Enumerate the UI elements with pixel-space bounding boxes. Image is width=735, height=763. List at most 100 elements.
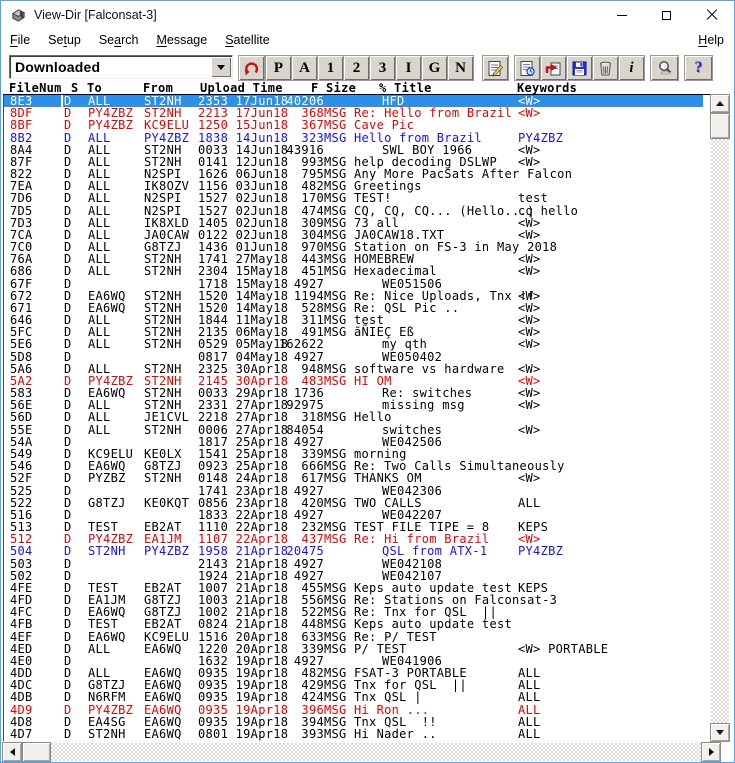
cell-kw: ALL [518,728,541,740]
menu-item-satellite[interactable]: Satellite [216,29,278,51]
info-button[interactable]: i [619,56,644,80]
cell-s: D [64,618,72,630]
file-row[interactable]: 503D2143 21Apr184927WE042108 [4,558,703,570]
file-row[interactable]: 5D8D0817 04May184927WE050402 [4,351,703,363]
letter-glyph: 2 [353,61,361,76]
minimize-button[interactable] [599,1,644,29]
horizontal-scrollbar[interactable] [3,743,720,761]
cell-fn: 52F [10,472,33,484]
trash-icon [597,60,614,77]
toolbar: Downloaded PA1 2 3IGN [1,51,734,82]
file-row[interactable]: 55EDALLST2NH0006 27Apr1884054switches<W> [4,424,703,436]
filter-button-n[interactable]: N [448,56,473,80]
cell-fn: 8BF [10,119,33,131]
filter-button-i[interactable]: I [396,56,421,80]
scroll-down-button[interactable] [711,724,729,741]
cell-sz: 448 [242,618,324,630]
combobox-dropdown-button[interactable] [211,57,231,77]
minimize-icon [617,15,627,16]
file-row[interactable]: 52FDPYZBZST2NH0148 24Apr18617MSGTHANKS O… [4,472,703,484]
view-message-button[interactable] [515,56,540,80]
cell-fr: EA6WQ [144,643,182,655]
cell-kw: <W> PORTABLE [518,643,608,655]
file-row[interactable]: 8BFDPY4ZBZKC9ELU1250 15Jun18367MSGCave P… [4,119,703,131]
cell-fr: EB2AT [144,618,182,630]
filter-button-3[interactable]: 3 [370,56,395,80]
menu-item-message[interactable]: Message [147,29,216,51]
cell-s: D [64,119,72,131]
column-header-to: To [87,81,102,95]
file-row[interactable]: 5E6DALLST2NH0529 05May18162622my qth<W> [4,338,703,350]
cell-fr: ST2NH [144,424,182,436]
cell-sz: 393 [242,728,324,740]
horizontal-scroll-thumb[interactable] [23,743,50,761]
edit-message-button[interactable] [483,56,508,80]
scroll-left-button[interactable] [3,743,21,761]
directory-filter-combobox[interactable]: Downloaded [9,55,233,79]
menu-item-search[interactable]: Search [90,29,148,51]
file-row[interactable]: 504DST2NHPY4ZBZ1958 21Apr1820475QSL from… [4,545,703,557]
file-row[interactable]: 67FD1718 15May184927WE051506 [4,278,703,290]
cell-ti: QSL from ATX-1 [382,545,487,557]
file-row[interactable]: 4FBDTESTEB2AT0824 21Apr18448MSGKeps auto… [4,618,703,630]
scroll-right-button[interactable] [702,743,720,761]
help-button[interactable]: ? [685,56,712,80]
column-header-keywords: Keywords [517,81,577,95]
column-header-s: S [71,81,79,95]
cell-fn: 686 [10,265,33,277]
cell-kw: <W> [518,338,541,350]
filter-button-g[interactable]: G [422,56,447,80]
file-row[interactable]: 7D5DALLN2SPI1527 02Jun18474MSGCQ, CQ, CQ… [4,205,703,217]
file-row[interactable]: 4D9DPY4ZBZEA6WQ0935 19Apr18396MSGHi Ron … [4,704,703,716]
vertical-scroll-thumb[interactable] [711,114,729,138]
letter-glyph: 1 [327,61,335,76]
file-row[interactable]: 56DDALLJE1CVL2218 27Apr18318MSGHello [4,411,703,423]
save-button[interactable] [567,56,592,80]
filter-button-2[interactable]: 2 [344,56,369,80]
delete-button[interactable] [593,56,618,80]
cell-fr: KC9ELU [144,119,189,131]
menu-item-setup[interactable]: Setup [39,29,90,51]
arrow-up-icon [716,101,724,106]
cell-un: MSG [324,192,347,204]
cell-un: MSG [324,533,347,545]
file-row[interactable]: 4D7DST2NHEA6WQ0801 19Apr18393MSGHi Nader… [4,728,703,740]
cell-un: MSG [324,119,347,131]
file-row[interactable]: 686DALLST2NH2304 15May18451MSGHexadecima… [4,265,703,277]
cell-fr: KE0KQT [144,497,189,509]
file-row[interactable]: 4DBDN6RFMEA6WQ0935 19Apr18424MSGTnx QSL … [4,691,703,703]
filter-button-p[interactable]: P [266,56,291,80]
cell-to: PY4ZBZ [88,119,133,131]
scroll-up-button[interactable] [711,95,729,112]
refresh-icon [243,60,260,77]
filter-button-a[interactable]: A [292,56,317,80]
file-row[interactable]: 525D1741 23Apr184927WE042306 [4,485,703,497]
menu-item-file[interactable]: File [1,29,39,51]
file-row[interactable]: 4EDDALLEA6WQ1220 20Apr18339MSGP/ TEST<W>… [4,643,703,655]
refresh-button[interactable] [239,56,264,80]
cell-kw: <W> [518,472,541,484]
file-row[interactable]: 522DG8TZJKE0KQT0856 23Apr18420MSGTWO CAL… [4,497,703,509]
cell-to: ALL [88,265,111,277]
import-message-button[interactable] [541,56,566,80]
cell-un: MSG [324,497,347,509]
cell-fr: N2SPI [144,192,182,204]
vertical-scrollbar[interactable] [711,95,729,741]
file-row[interactable]: 4EFDEA6WQKC9ELU1516 20Apr18633MSGRe: P/ … [4,631,703,643]
close-button[interactable] [689,1,734,29]
file-row[interactable]: 8B2DALLPY4ZBZ1838 14Jun18323MSGHello fro… [4,132,703,144]
column-header: FileNumSToFromUpload TimeF Size% TitleKe… [3,82,730,95]
cell-s: D [64,691,72,703]
cell-s: D [64,545,72,557]
cell-fr: PY4ZBZ [144,545,189,557]
search-button[interactable] [651,56,678,80]
cell-to: ALL [88,411,111,423]
maximize-button[interactable] [644,1,689,29]
filter-button-1[interactable]: 1 [318,56,343,80]
file-row[interactable]: 7D6DALLN2SPI1527 02Jun18170MSGTEST!test [4,192,703,204]
letter-glyph: 3 [379,61,387,76]
letter-glyph: G [429,61,441,76]
cell-fn: 56D [10,411,33,423]
cell-kw: PY4ZBZ [518,545,563,557]
cell-un: MSG [324,618,347,630]
